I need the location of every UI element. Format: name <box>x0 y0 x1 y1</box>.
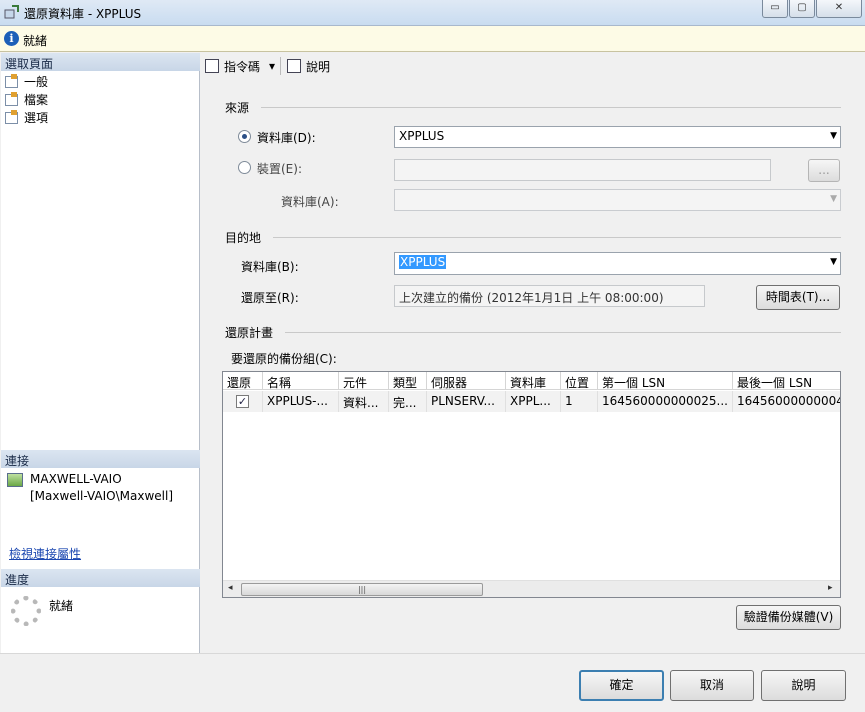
close-button[interactable]: ✕ <box>816 0 862 18</box>
table-cell-position: 1 <box>561 391 598 412</box>
page-icon <box>5 110 18 124</box>
view-connection-properties-link[interactable]: 檢視連接屬性 <box>9 545 81 562</box>
cancel-button[interactable]: 取消 <box>670 670 754 701</box>
script-icon <box>205 59 219 73</box>
scrollbar-thumb[interactable]: ||| <box>241 583 483 596</box>
page-item-files[interactable]: 檔案 <box>5 91 48 108</box>
verify-backup-media-button[interactable]: 驗證備份媒體(V) <box>736 605 841 630</box>
page-item-label: 檔案 <box>24 93 49 107</box>
restore-plan-group-label: 還原計畫 <box>225 326 274 340</box>
column-header-server[interactable]: 伺服器 <box>427 372 506 390</box>
table-cell-component: 資料... <box>339 391 389 412</box>
page-icon <box>5 92 18 106</box>
progress-header: 進度 <box>1 569 200 587</box>
select-page-header: 選取頁面 <box>1 53 200 71</box>
device-radio[interactable] <box>238 161 251 174</box>
script-button[interactable]: 指令碼 ▾ <box>205 57 275 75</box>
ok-button[interactable]: 確定 <box>579 670 664 701</box>
title-bar: 還原資料庫 - XPPLUS ▭ ▢ ✕ <box>0 0 865 26</box>
scroll-left-icon[interactable]: ◂ <box>228 583 233 593</box>
toolbar-separator <box>280 57 281 75</box>
timeline-button[interactable]: 時間表(T)... <box>756 285 840 310</box>
restore-database-icon <box>4 5 19 19</box>
source-database-value: XPPLUS <box>399 129 445 143</box>
table-cell-database: XPPL... <box>506 391 561 412</box>
destination-database-label: 資料庫(B): <box>241 260 299 274</box>
device-database-select[interactable]: ▼ <box>394 189 841 211</box>
status-text: 就緒 <box>23 34 48 48</box>
page-item-options[interactable]: 選項 <box>5 109 48 126</box>
left-panel: 選取頁面 一般 檔案 選項 連接 MAXWELL-VAIO [Maxwell-V… <box>1 53 200 653</box>
chevron-down-icon: ▼ <box>830 194 837 204</box>
database-radio-label: 資料庫(D): <box>257 131 316 145</box>
chevron-down-icon: ▼ <box>830 131 837 141</box>
restore-to-field: 上次建立的備份 (2012年1月1日 上午 08:00:00) <box>394 285 705 307</box>
column-header-component[interactable]: 元件 <box>339 372 389 390</box>
column-header-first-lsn[interactable]: 第一個 LSN <box>598 372 733 390</box>
minimize-button[interactable]: ▭ <box>762 0 788 18</box>
help-button[interactable]: 說明 <box>287 57 330 75</box>
scroll-right-icon[interactable]: ▸ <box>828 583 833 593</box>
column-header-type[interactable]: 類型 <box>389 372 427 390</box>
info-icon: i <box>4 31 19 46</box>
restore-to-label: 還原至(R): <box>241 291 299 305</box>
script-dropdown-icon[interactable]: ▾ <box>269 59 275 73</box>
device-database-label: 資料庫(A): <box>281 195 339 209</box>
horizontal-scrollbar[interactable]: ◂ ||| ▸ <box>223 580 840 597</box>
connection-user: [Maxwell-VAIO\Maxwell] <box>30 489 174 503</box>
table-cell-first-lsn: 164560000000025... <box>598 391 733 412</box>
source-divider <box>261 107 841 108</box>
script-label: 指令碼 <box>224 59 261 74</box>
device-radio-label: 裝置(E): <box>257 162 302 176</box>
device-path-input[interactable] <box>394 159 771 181</box>
help-label: 說明 <box>306 59 331 74</box>
backup-sets-label: 要還原的備份組(C): <box>231 352 337 366</box>
chevron-down-icon: ▼ <box>830 257 837 267</box>
source-group-label: 來源 <box>225 101 250 115</box>
page-item-label: 一般 <box>24 75 49 89</box>
table-cell-last-lsn: 16456000000004... <box>733 391 840 412</box>
server-connection-icon <box>7 473 23 487</box>
restore-plan-divider <box>285 332 841 333</box>
progress-spinner-icon <box>11 596 41 626</box>
destination-database-value: XPPLUS <box>399 255 447 269</box>
window-title: 還原資料庫 - XPPLUS <box>24 7 142 21</box>
column-header-position[interactable]: 位置 <box>561 372 598 390</box>
page-item-general[interactable]: 一般 <box>5 73 48 90</box>
column-header-last-lsn[interactable]: 最後一個 LSN <box>733 372 840 390</box>
database-radio[interactable] <box>238 130 251 143</box>
maximize-button[interactable]: ▢ <box>789 0 815 18</box>
connection-header: 連接 <box>1 450 200 468</box>
destination-divider <box>273 237 841 238</box>
column-header-database[interactable]: 資料庫 <box>506 372 561 390</box>
page-icon <box>5 74 18 88</box>
backup-sets-grid: 還原 名稱 元件 類型 伺服器 資料庫 位置 第一個 LSN 最後一個 LSN … <box>222 371 841 598</box>
toolbar: 指令碼 ▾ 說明 <box>201 53 864 79</box>
table-cell-type: 完... <box>389 391 427 412</box>
destination-database-combo[interactable]: XPPLUS ▼ <box>394 252 841 275</box>
status-bar: i 就緒 <box>0 26 865 52</box>
connection-server: MAXWELL-VAIO <box>30 472 122 486</box>
destination-group-label: 目的地 <box>225 231 262 245</box>
restore-checkbox[interactable]: ✓ <box>236 395 249 408</box>
page-item-label: 選項 <box>24 111 49 125</box>
column-header-restore[interactable]: 還原 <box>223 372 263 390</box>
column-header-name[interactable]: 名稱 <box>263 372 339 390</box>
help-icon <box>287 59 301 73</box>
table-cell-server: PLNSERV... <box>427 391 506 412</box>
main-content: 指令碼 ▾ 說明 來源 資料庫(D): XPPLUS ▼ 裝置(E): ... … <box>201 53 864 653</box>
source-database-select[interactable]: XPPLUS ▼ <box>394 126 841 148</box>
dialog-footer: 確定 取消 說明 <box>0 653 865 712</box>
footer-help-button[interactable]: 說明 <box>761 670 846 701</box>
browse-device-button[interactable]: ... <box>808 159 840 182</box>
table-cell-name: XPPLUS-... <box>263 391 339 412</box>
progress-status: 就緒 <box>49 599 74 613</box>
